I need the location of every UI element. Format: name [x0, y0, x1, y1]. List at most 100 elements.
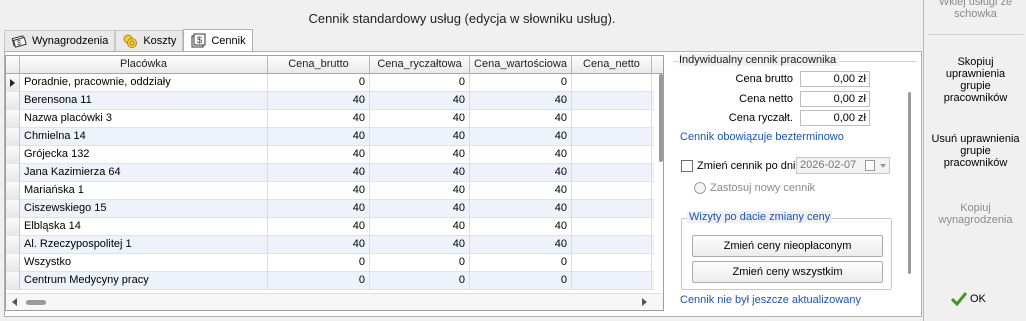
table-cell[interactable]: 40 — [268, 218, 370, 236]
column-header[interactable]: Placówka — [20, 56, 268, 74]
table-cell[interactable]: 40 — [470, 200, 572, 218]
table-cell[interactable]: 40 — [470, 92, 572, 110]
paste-services-button[interactable]: Wklej usługi ze schowka — [927, 0, 1024, 20]
brutto-field[interactable]: 0,00 zł — [800, 71, 870, 87]
table-cell[interactable]: Elbląska 14 — [20, 218, 268, 236]
table-row[interactable]: Mariańska 1 40 40 40 — [6, 182, 654, 200]
netto-field[interactable]: 0,00 zł — [800, 91, 870, 107]
table-cell[interactable]: 40 — [268, 236, 370, 254]
table-cell[interactable]: 40 — [470, 218, 572, 236]
table-cell[interactable]: 40 — [268, 92, 370, 110]
table-cell[interactable]: Mariańska 1 — [20, 182, 268, 200]
row-indicator[interactable] — [6, 164, 20, 182]
copy-salaries-button[interactable]: Kopiuj wynagrodzenia — [927, 202, 1024, 226]
table-row[interactable]: Nazwa placówki 3 40 40 40 — [6, 110, 654, 128]
table-cell[interactable] — [572, 200, 652, 218]
row-indicator[interactable] — [6, 92, 20, 110]
row-indicator[interactable] — [6, 218, 20, 236]
tab-wynagrodzenia[interactable]: $ Wynagrodzenia — [4, 30, 116, 51]
table-cell[interactable] — [572, 218, 652, 236]
table-cell[interactable]: 0 — [268, 254, 370, 272]
table-cell[interactable]: 40 — [370, 236, 470, 254]
row-indicator[interactable] — [6, 272, 20, 290]
table-cell[interactable] — [572, 146, 652, 164]
change-price-checkbox[interactable] — [681, 160, 693, 172]
table-cell[interactable] — [572, 128, 652, 146]
table-cell[interactable]: 40 — [370, 92, 470, 110]
row-indicator[interactable] — [6, 200, 20, 218]
scroll-left-icon[interactable] — [12, 298, 17, 306]
table-cell[interactable] — [572, 182, 652, 200]
table-cell[interactable]: 40 — [370, 218, 470, 236]
table-cell[interactable]: 40 — [470, 182, 572, 200]
remove-permissions-button[interactable]: Usuń uprawnienia grupie pracowników — [927, 133, 1024, 169]
row-indicator[interactable] — [6, 110, 20, 128]
change-price-label[interactable]: Zmień cennik po dniu — [697, 160, 802, 172]
chevron-down-icon[interactable] — [880, 164, 886, 168]
price-grid[interactable]: Placówka Cena_brutto Cena_ryczałtowa Cen… — [5, 55, 664, 311]
table-cell[interactable]: Jana Kazimierza 64 — [20, 164, 268, 182]
table-cell[interactable]: 0 — [370, 74, 470, 92]
table-cell[interactable]: Centrum Medycyny pracy — [20, 272, 268, 290]
row-indicator[interactable] — [6, 128, 20, 146]
table-cell[interactable] — [572, 164, 652, 182]
table-cell[interactable]: 40 — [470, 146, 572, 164]
table-row[interactable]: Wszystko 0 0 0 — [6, 254, 654, 272]
table-cell[interactable]: 40 — [470, 236, 572, 254]
table-cell[interactable]: 40 — [470, 110, 572, 128]
table-cell[interactable]: 0 — [268, 272, 370, 290]
apply-new-price-label[interactable]: Zastosuj nowy cennik — [710, 182, 815, 194]
table-cell[interactable]: Chmielna 14 — [20, 128, 268, 146]
table-cell[interactable]: Berensona 11 — [20, 92, 268, 110]
change-unpaid-button[interactable]: Zmień ceny nieopłaconym — [692, 235, 883, 257]
table-cell[interactable]: 0 — [370, 254, 470, 272]
table-cell[interactable]: 40 — [370, 182, 470, 200]
tab-koszty[interactable]: Koszty — [115, 30, 184, 51]
row-indicator[interactable] — [6, 146, 20, 164]
change-date-field[interactable]: 2026-02-07 — [796, 157, 890, 174]
table-row[interactable]: Chmielna 14 40 40 40 — [6, 128, 654, 146]
table-cell[interactable] — [572, 74, 652, 92]
ryczalt-field[interactable]: 0,00 zł — [800, 110, 870, 126]
table-row[interactable]: Grójecka 132 40 40 40 — [6, 146, 654, 164]
column-header[interactable]: Cena_ryczałtowa — [370, 56, 470, 74]
column-header[interactable]: Cena_netto — [572, 56, 652, 74]
table-cell[interactable]: 0 — [268, 74, 370, 92]
table-row[interactable]: Berensona 11 40 40 40 — [6, 92, 654, 110]
table-cell[interactable]: 40 — [370, 146, 470, 164]
table-cell[interactable]: 40 — [268, 200, 370, 218]
scroll-right-icon[interactable] — [642, 298, 647, 306]
table-cell[interactable] — [572, 110, 652, 128]
column-header[interactable]: Cena_wartościowa — [470, 56, 572, 74]
scroll-thumb[interactable] — [659, 74, 663, 162]
ok-button[interactable]: OK — [951, 292, 986, 306]
row-indicator[interactable] — [6, 254, 20, 272]
table-cell[interactable]: Wszystko — [20, 254, 268, 272]
apply-new-price-radio[interactable] — [694, 182, 706, 194]
grid-horizontal-scrollbar[interactable] — [6, 293, 663, 310]
grid-vertical-scrollbar[interactable] — [658, 74, 663, 299]
calendar-icon[interactable] — [865, 160, 875, 171]
table-row[interactable]: Jana Kazimierza 64 40 40 40 — [6, 164, 654, 182]
table-cell[interactable]: 40 — [370, 200, 470, 218]
table-cell[interactable] — [572, 254, 652, 272]
table-cell[interactable]: Al. Rzeczypospolitej 1 — [20, 236, 268, 254]
table-cell[interactable]: 40 — [470, 128, 572, 146]
table-row[interactable]: Elbląska 14 40 40 40 — [6, 218, 654, 236]
copy-permissions-button[interactable]: Skopiuj uprawnienia grupie pracowników — [927, 56, 1024, 104]
table-cell[interactable]: 40 — [268, 164, 370, 182]
table-cell[interactable]: 0 — [470, 254, 572, 272]
table-cell[interactable]: 40 — [370, 128, 470, 146]
table-cell[interactable]: Nazwa placówki 3 — [20, 110, 268, 128]
table-cell[interactable]: 40 — [370, 110, 470, 128]
tab-cennik[interactable]: $ Cennik — [183, 29, 253, 51]
table-cell[interactable]: 40 — [268, 128, 370, 146]
table-cell[interactable]: 40 — [268, 182, 370, 200]
table-cell[interactable]: 40 — [370, 164, 470, 182]
table-cell[interactable]: 0 — [470, 272, 572, 290]
table-cell[interactable]: 40 — [470, 164, 572, 182]
table-cell[interactable]: Ciszewskiego 15 — [20, 200, 268, 218]
row-indicator[interactable] — [6, 182, 20, 200]
table-cell[interactable]: Poradnie, pracownie, oddziały — [20, 74, 268, 92]
table-cell[interactable] — [572, 272, 652, 290]
